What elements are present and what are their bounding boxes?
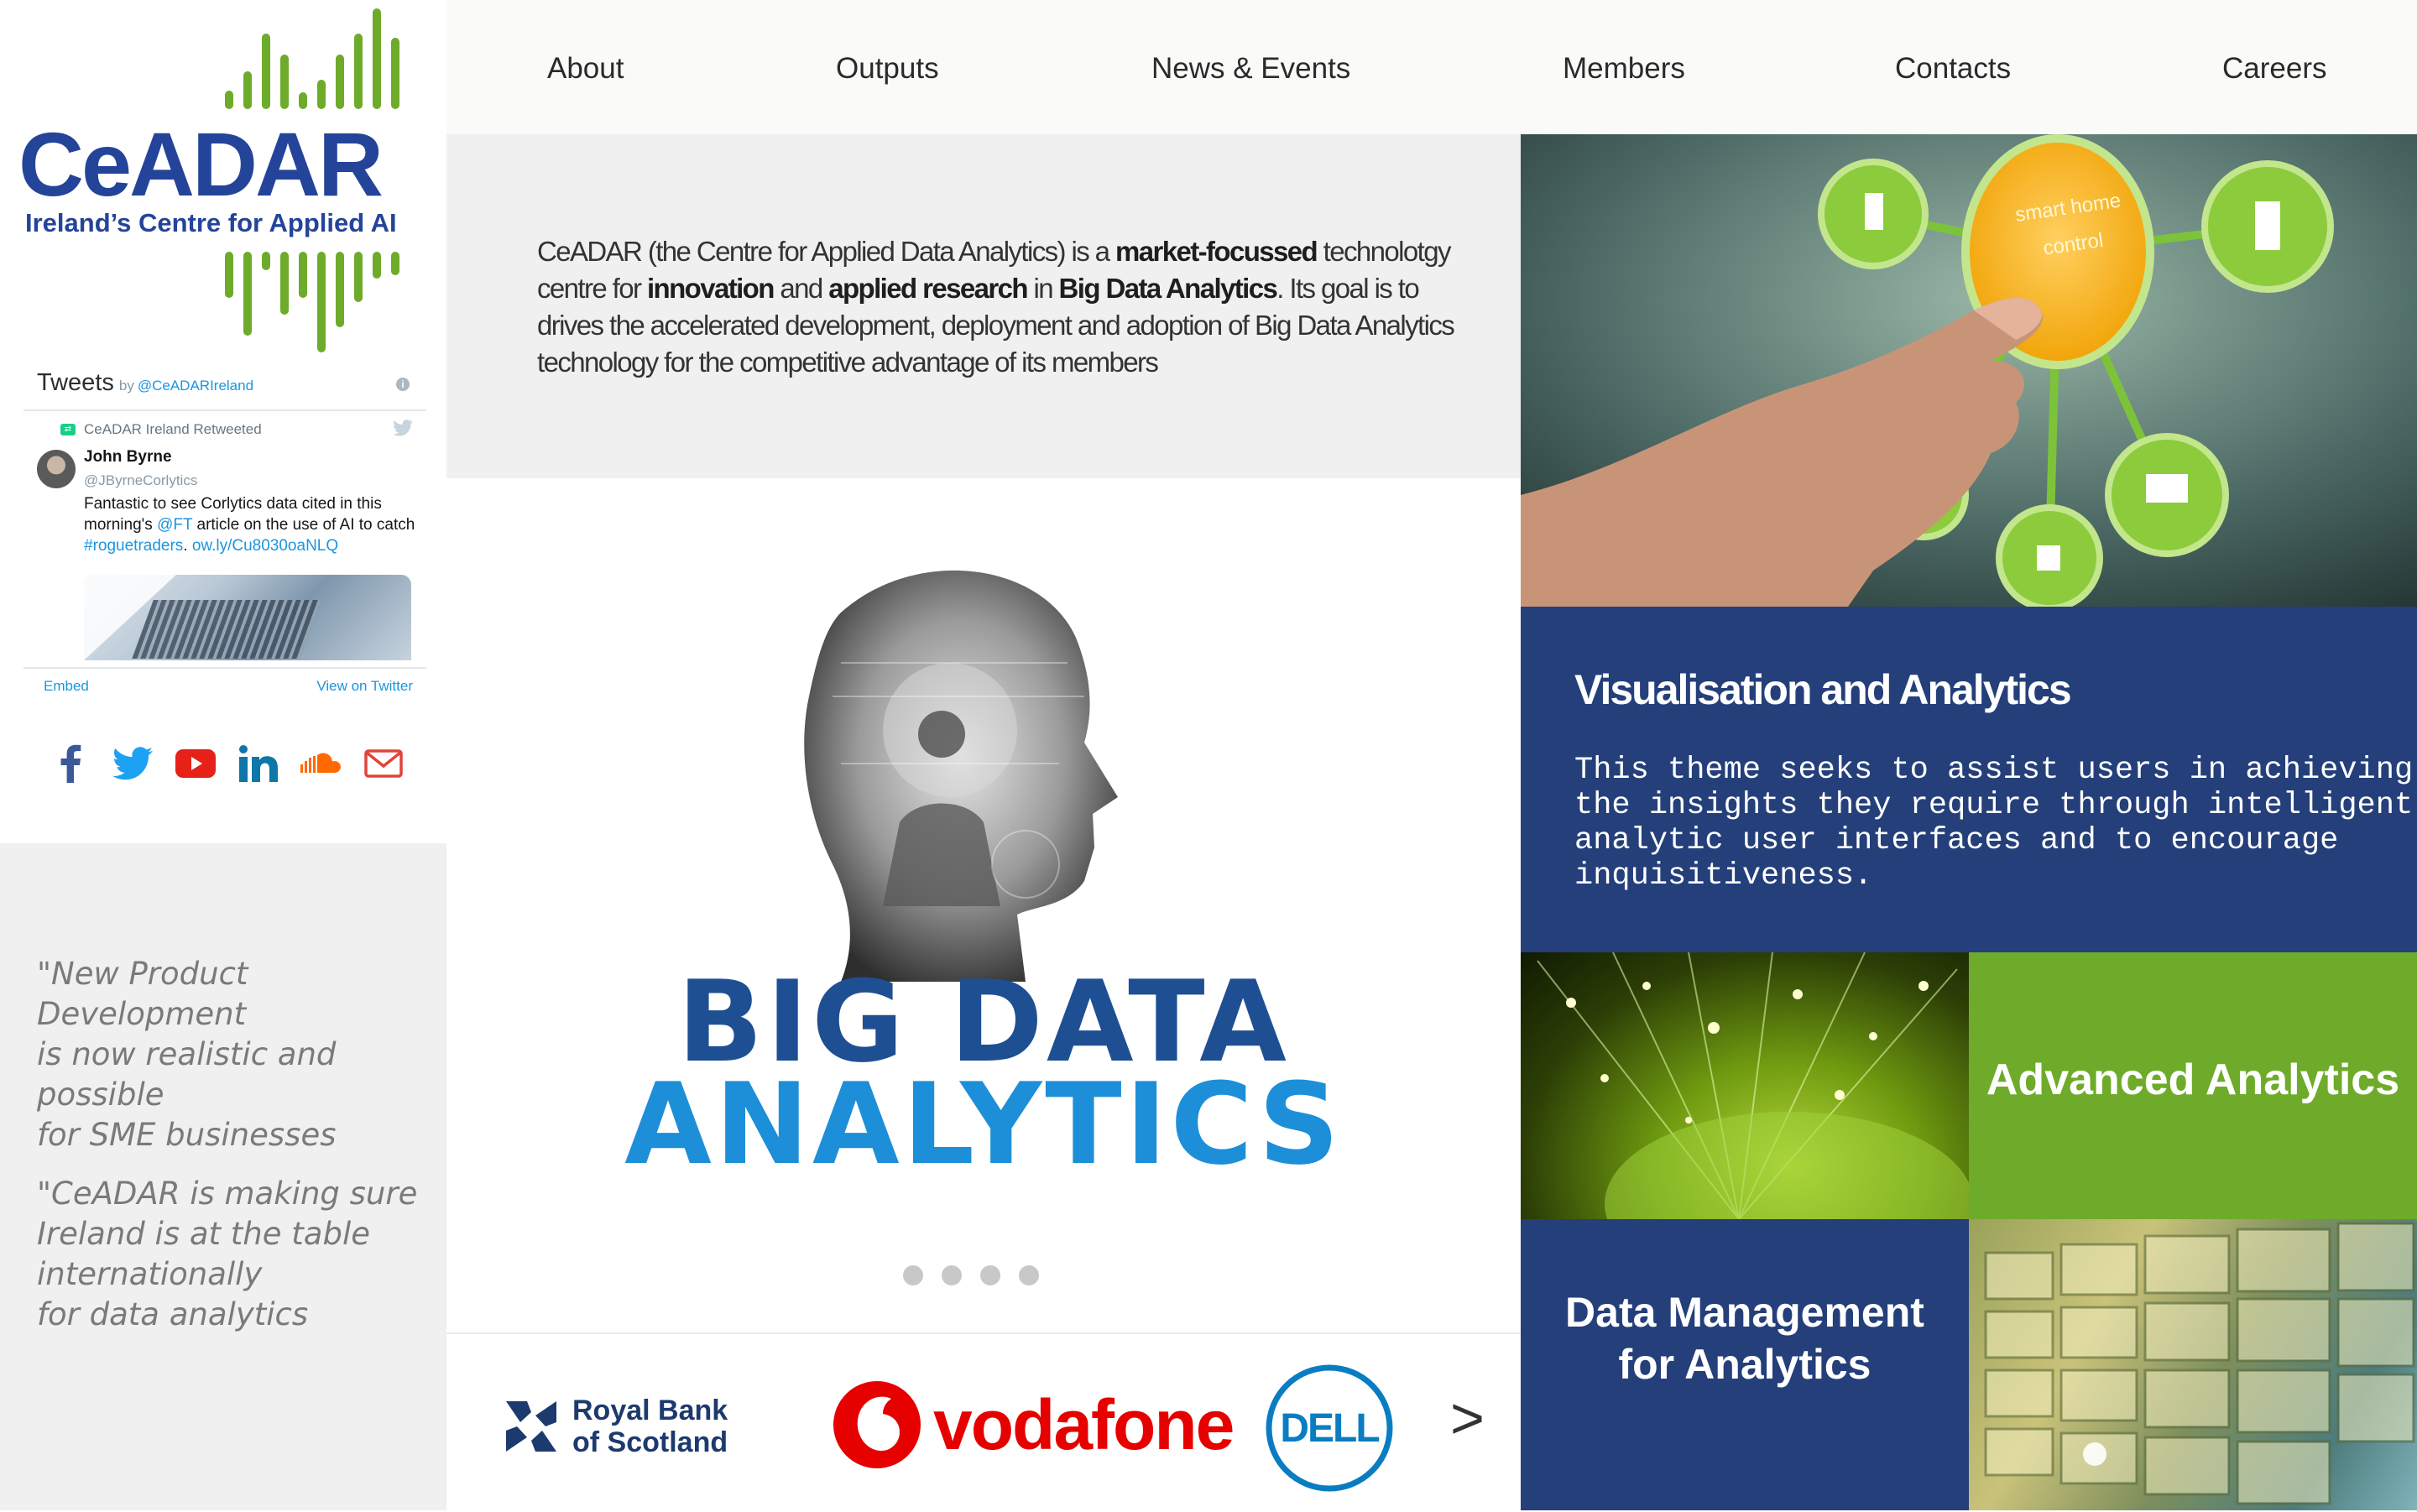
slider-dots [903, 1265, 1039, 1285]
intro-bold: market-focussed [1115, 236, 1318, 267]
tile-title: Data Management for Analytics [1521, 1286, 1969, 1390]
rbs-line2: of Scotland [572, 1426, 728, 1458]
facebook-icon[interactable] [50, 743, 90, 784]
tweet-author-name[interactable]: John Byrne [84, 448, 172, 467]
advanced-analytics-tile[interactable]: Advanced Analytics [1969, 952, 2417, 1219]
hero-slider[interactable]: BIG DATA ANALYTICS [446, 478, 1521, 1332]
tile-title: Visualisation and Analytics [1574, 666, 2072, 713]
intro-bold: innovation [646, 273, 775, 304]
video-wall-graphic [1984, 1222, 2415, 1505]
intro-paragraph: CeADAR (the Centre for Applied Data Anal… [537, 233, 1477, 381]
fiber-optic-graphic [1537, 952, 1969, 1219]
social-links [50, 738, 403, 789]
tile-title-line1: Data Management [1565, 1289, 1924, 1336]
divider [23, 667, 426, 669]
tile-title: Advanced Analytics [1986, 1056, 2400, 1104]
twitter-icon[interactable] [112, 743, 153, 784]
tweets-header: Tweets by @CeADARIreland [37, 369, 253, 397]
retweet-icon: ⇄ [60, 424, 76, 435]
slider-dot[interactable] [903, 1265, 923, 1285]
partner-logos: Royal Bank of Scotland vodafone DELL > [446, 1332, 1521, 1512]
sidebar: CeADAR Ireland’s Centre for Applied AI T… [0, 0, 446, 1510]
nav-outputs[interactable]: Outputs [836, 52, 939, 86]
youtube-icon[interactable] [175, 743, 216, 784]
tile-title-line2: for Analytics [1618, 1341, 1871, 1388]
vodafone-wordmark: vodafone [933, 1384, 1235, 1464]
logo-tagline: Ireland’s Centre for Applied AI [25, 208, 397, 237]
partners-next-arrow[interactable]: > [1450, 1384, 1485, 1452]
slider-dot[interactable] [1019, 1265, 1039, 1285]
fiber-optic-image-tile[interactable] [1521, 952, 1969, 1219]
embed-link[interactable]: Embed [44, 678, 89, 695]
avatar[interactable] [37, 450, 76, 488]
ceadar-logo[interactable]: CeADAR Ireland’s Centre for Applied AI [0, 0, 446, 361]
retweeted-by: CeADAR Ireland Retweeted [84, 421, 262, 437]
smart-home-graphic [1521, 134, 2417, 607]
testimonial-quote: "CeADAR is making sure Ireland is at the… [37, 1176, 418, 1332]
logo-wordmark: CeADAR [18, 113, 384, 215]
rbs-line1: Royal Bank [572, 1395, 728, 1426]
view-on-twitter-link[interactable]: View on Twitter [316, 678, 413, 695]
intro-bold: applied research [828, 273, 1028, 304]
nav-members[interactable]: Members [1563, 52, 1685, 86]
intro-text-part: in [1026, 273, 1059, 304]
info-icon[interactable]: i [396, 378, 410, 391]
email-icon[interactable] [363, 743, 403, 784]
rbs-logo[interactable]: Royal Bank of Scotland [502, 1395, 728, 1458]
slider-dot[interactable] [980, 1265, 1000, 1285]
smart-home-image-tile[interactable]: smart home control [1521, 134, 2417, 607]
vodafone-speechmark-icon [833, 1381, 921, 1468]
main-nav: About Outputs News & Events Members Cont… [446, 0, 2417, 134]
tweet-text-part: . [183, 537, 192, 555]
slider-dot[interactable] [942, 1265, 962, 1285]
tweet-author-handle[interactable]: @JByrneCorlytics [84, 472, 197, 489]
dell-wordmark: DELL [1280, 1406, 1380, 1451]
tweets-handle-link[interactable]: @CeADARIreland [138, 378, 253, 394]
testimonials: "New Product Development is now realisti… [0, 843, 446, 1510]
data-management-tile[interactable]: Data Management for Analytics [1521, 1219, 1969, 1510]
dell-logo[interactable]: DELL [1265, 1363, 1394, 1497]
tweets-by: by [118, 378, 134, 394]
nav-about[interactable]: About [547, 52, 624, 86]
tweet-url-link[interactable]: ow.ly/Cu8030oaNLQ [192, 537, 338, 555]
tile-description: This theme seeks to assist users in achi… [1574, 753, 2414, 894]
media-keyboard [132, 600, 321, 659]
rbs-wordmark: Royal Bank of Scotland [572, 1395, 728, 1458]
visualisation-analytics-tile[interactable]: Visualisation and Analytics This theme s… [1521, 607, 2417, 952]
intro-text-part: CeADAR (the Centre for Applied Data Anal… [537, 236, 1115, 267]
nav-contacts[interactable]: Contacts [1895, 52, 2011, 86]
twitter-timeline-widget[interactable]: Tweets by @CeADARIreland i ⇄ CeADAR Irelan… [23, 361, 426, 713]
intro-text-part: and [773, 273, 829, 304]
tweets-title: Tweets [37, 369, 114, 396]
intro-bold: Big Data Analytics [1058, 273, 1278, 304]
rbs-daisy-icon [506, 1401, 556, 1452]
nav-news-events[interactable]: News & Events [1151, 52, 1350, 86]
divider [23, 409, 426, 411]
tweet-text-part: article on the use of AI to catch [192, 516, 415, 534]
video-wall-image-tile[interactable] [1969, 1219, 2417, 1510]
testimonial-quote: "New Product Development is now realisti… [37, 956, 337, 1153]
twitter-bird-icon[interactable] [393, 420, 413, 441]
big-data-slide[interactable]: BIG DATA ANALYTICS [446, 545, 1521, 1190]
slide-title-line2: ANALYTICS [624, 1059, 1343, 1190]
smart-home-label: smart home control [2012, 183, 2128, 271]
linkedin-icon[interactable] [238, 743, 278, 784]
intro-section: CeADAR (the Centre for Applied Data Anal… [446, 134, 1521, 478]
vodafone-logo[interactable]: vodafone [833, 1380, 1235, 1469]
tweet-text: Fantastic to see Corlytics data cited in… [84, 493, 420, 556]
tweet-media-image[interactable] [84, 575, 411, 660]
tweet-mention-link[interactable]: @FT [157, 516, 192, 534]
tweet-hashtag-link[interactable]: #roguetraders [84, 537, 183, 555]
soundcloud-icon[interactable] [300, 743, 341, 784]
nav-careers[interactable]: Careers [2222, 52, 2326, 86]
